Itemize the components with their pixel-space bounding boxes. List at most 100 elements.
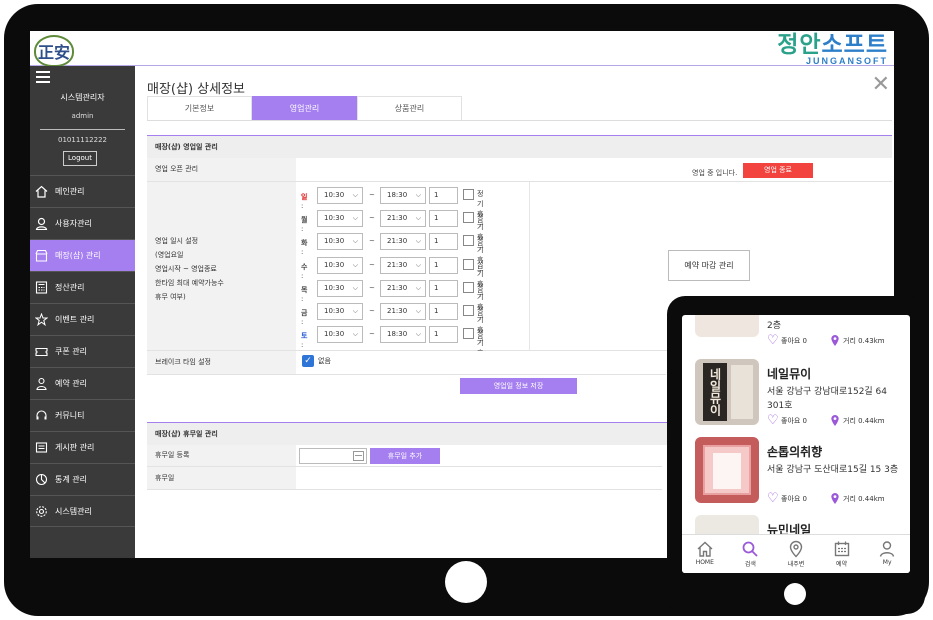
end-time-value: 18:30 <box>387 330 408 339</box>
holiday-checkbox[interactable] <box>463 305 474 316</box>
sidebar-item-board[interactable]: 게시판 관리 <box>30 431 135 463</box>
like-count: ♡ 좋아요 0 <box>767 334 807 347</box>
tab-bar: 기본정보 영업관리 상품관리 <box>147 96 892 121</box>
start-time-select[interactable]: 10:30 ⌵ <box>317 326 363 344</box>
close-icon[interactable]: ✕ <box>872 74 890 96</box>
like-text: 좋아요 0 <box>781 336 807 345</box>
shop-list-item[interactable]: 네일뮤이 네일뮤이 서울 강남구 강남대로152길 64 301호 ♡ 좋아요 0… <box>682 355 910 433</box>
sidebar-item-label: 정산관리 <box>55 283 85 292</box>
holiday-checkbox[interactable] <box>463 212 474 224</box>
add-holiday-button[interactable]: 휴무일 추가 <box>370 448 440 464</box>
start-time-select[interactable]: 10:30 ⌵ <box>317 256 363 274</box>
location-icon <box>774 539 818 559</box>
end-time-select[interactable]: 18:30 ⌵ <box>380 326 426 344</box>
end-time-select[interactable]: 18:30 ⌵ <box>380 187 426 204</box>
sidebar-item-community[interactable]: 커뮤니티 <box>30 399 135 431</box>
holiday-checkbox[interactable] <box>463 258 474 270</box>
start-time-select[interactable]: 10:30 ⌵ <box>317 210 363 228</box>
sidebar-item-stores[interactable]: 매장(샵) 관리 <box>30 239 135 271</box>
phone-home-button[interactable] <box>784 583 806 605</box>
nav-nearby[interactable]: 내주변 <box>774 535 818 568</box>
save-business-button[interactable]: 영업일 정보 저장 <box>460 378 577 394</box>
brand-logo: 정안소프트 JUNGANSOFT <box>777 31 888 66</box>
sidebar-item-settlement[interactable]: 정산관리 <box>30 271 135 303</box>
chevron-down-icon: ⌵ <box>352 260 358 269</box>
logout-button[interactable]: Logout <box>63 151 97 166</box>
holiday-date-input[interactable] <box>299 448 367 464</box>
time-separator: ~ <box>369 307 375 315</box>
home-icon <box>34 185 48 199</box>
start-time-value: 10:30 <box>324 307 345 315</box>
holiday-checkbox[interactable] <box>463 281 474 293</box>
sidebar-item-main[interactable]: 메인관리 <box>30 175 135 207</box>
end-time-select[interactable]: 21:30 ⌵ <box>380 210 426 228</box>
chart-icon <box>34 473 48 487</box>
user-icon <box>34 217 48 231</box>
shop-address: 서울 강남구 강남대로152길 64 301호 <box>767 387 888 411</box>
person-icon <box>865 539 909 559</box>
max-reservation-input[interactable]: 1 <box>429 303 458 320</box>
day-name: 수 : <box>301 262 308 280</box>
heart-icon[interactable]: ♡ <box>767 492 779 505</box>
nav-label: 내주변 <box>787 561 805 568</box>
distance: 거리 0.44km <box>830 415 885 426</box>
tab-business[interactable]: 영업관리 <box>252 96 357 120</box>
bottom-nav: HOME 검색 내주변 예약 My <box>682 534 910 573</box>
user-name: 시스템관리자 <box>60 93 105 102</box>
shop-list-item[interactable]: 손톱의취향 서울 강남구 도산대로15길 15 3층 ♡ 좋아요 0 거리 0.4… <box>682 433 910 511</box>
nav-reservation[interactable]: 예약 <box>820 535 864 568</box>
max-reservation-input[interactable]: 1 <box>429 326 458 344</box>
tablet-home-button[interactable] <box>445 561 487 603</box>
max-reservation-input[interactable]: 1 <box>429 233 458 251</box>
holiday-checkbox[interactable] <box>463 189 474 200</box>
sidebar-item-label: 이벤트 관리 <box>55 315 95 324</box>
company-logo[interactable]: 正安 <box>34 35 74 67</box>
calendar-icon[interactable] <box>353 451 364 461</box>
hamburger-menu-icon[interactable] <box>36 71 50 86</box>
sidebar-item-users[interactable]: 사용자관리 <box>30 207 135 239</box>
shop-address: 서울 강남구 도산대로15길 15 3층 <box>767 465 899 475</box>
sidebar-item-events[interactable]: 이벤트 관리 <box>30 303 135 335</box>
tab-products[interactable]: 상품관리 <box>357 96 462 120</box>
end-time-select[interactable]: 21:30 ⌵ <box>380 279 426 297</box>
sidebar-item-system[interactable]: 시스템관리 <box>30 495 135 527</box>
shop-name: 네일뮤이 <box>767 367 812 381</box>
reservation-close-button[interactable]: 예약 마감 관리 <box>668 250 750 281</box>
max-reservation-value: 1 <box>434 283 439 292</box>
max-reservation-input[interactable]: 1 <box>429 256 458 274</box>
start-time-select[interactable]: 10:30 ⌵ <box>317 279 363 297</box>
location-pin-icon <box>831 335 839 346</box>
sidebar-item-coupons[interactable]: 쿠폰 관리 <box>30 335 135 367</box>
day-name: 목 : <box>301 285 308 303</box>
break-none-checkbox[interactable]: ✓ <box>302 355 314 367</box>
tab-basic-info[interactable]: 기본정보 <box>147 96 252 120</box>
sidebar-item-reservations[interactable]: 예약 관리 <box>30 367 135 399</box>
nav-my[interactable]: My <box>865 535 909 566</box>
max-reservation-input[interactable]: 1 <box>429 279 458 297</box>
start-time-select[interactable]: 10:30 ⌵ <box>317 233 363 251</box>
start-time-select[interactable]: 10:30 ⌵ <box>317 187 363 204</box>
nav-label: 예약 <box>836 561 848 568</box>
end-time-select[interactable]: 21:30 ⌵ <box>380 233 426 251</box>
start-time-select[interactable]: 10:30 ⌵ <box>317 303 363 320</box>
max-reservation-input[interactable]: 1 <box>429 210 458 228</box>
end-business-button[interactable]: 영업 종료 <box>743 163 813 178</box>
heart-icon[interactable]: ♡ <box>767 334 779 347</box>
max-reservation-input[interactable]: 1 <box>429 187 458 204</box>
shop-list-item[interactable]: 2층 ♡ 좋아요 0 거리 0.43km <box>682 315 910 347</box>
board-icon <box>34 441 48 455</box>
holiday-checkbox[interactable] <box>463 328 474 340</box>
sidebar-item-stats[interactable]: 통계 관리 <box>30 463 135 495</box>
holiday-checkbox[interactable] <box>463 235 474 247</box>
row-break: ✓ 없음 <box>296 351 666 375</box>
nav-home[interactable]: HOME <box>683 535 727 566</box>
nav-search[interactable]: 검색 <box>728 535 772 568</box>
nav-label: My <box>882 559 892 566</box>
sidebar-item-label: 게시판 관리 <box>55 443 95 452</box>
end-time-value: 21:30 <box>387 214 408 223</box>
sidebar-item-label: 통계 관리 <box>55 475 87 484</box>
row-holiday-list <box>296 467 662 490</box>
heart-icon[interactable]: ♡ <box>767 414 779 427</box>
end-time-select[interactable]: 21:30 ⌵ <box>380 303 426 320</box>
end-time-select[interactable]: 21:30 ⌵ <box>380 256 426 274</box>
